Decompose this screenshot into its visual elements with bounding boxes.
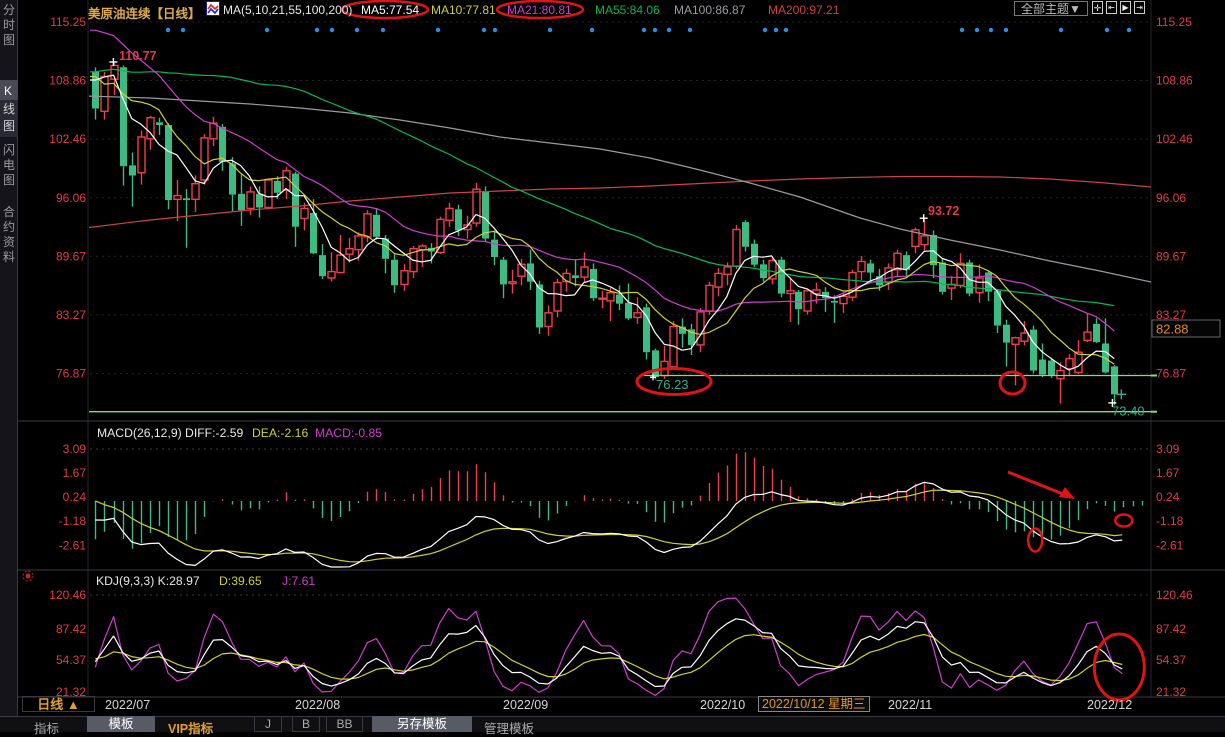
svg-text:93.72: 93.72 <box>928 204 959 218</box>
svg-text:0.24: 0.24 <box>1156 490 1180 504</box>
svg-text:102.46: 102.46 <box>49 132 86 146</box>
svg-text:0.24: 0.24 <box>63 490 87 504</box>
svg-text:76.87: 76.87 <box>1156 367 1186 381</box>
svg-text:J:7.61: J:7.61 <box>282 574 315 588</box>
svg-text:MACD(26,12,9) DIFF:-2.59: MACD(26,12,9) DIFF:-2.59 <box>97 426 244 440</box>
svg-text:73.40: 73.40 <box>1112 404 1145 419</box>
svg-text:115.25: 115.25 <box>50 15 86 29</box>
svg-text:83.27: 83.27 <box>56 308 86 322</box>
svg-text:110.77: 110.77 <box>119 49 157 63</box>
svg-text:54.37: 54.37 <box>56 653 86 667</box>
svg-text:D:39.65: D:39.65 <box>219 574 262 588</box>
svg-text:87.42: 87.42 <box>56 622 86 636</box>
svg-text:89.67: 89.67 <box>56 249 86 263</box>
svg-text:1.67: 1.67 <box>1156 466 1180 480</box>
svg-text:21.32: 21.32 <box>1156 685 1186 699</box>
svg-text:108.86: 108.86 <box>49 74 86 88</box>
svg-text:76.23: 76.23 <box>656 377 689 392</box>
svg-text:96.06: 96.06 <box>1156 191 1186 205</box>
svg-text:3.09: 3.09 <box>63 442 87 456</box>
svg-text:1.67: 1.67 <box>63 466 87 480</box>
svg-text:87.42: 87.42 <box>1156 622 1186 636</box>
svg-text:-1.18: -1.18 <box>1156 514 1184 528</box>
svg-text:-2.61: -2.61 <box>1156 539 1184 553</box>
svg-text:-1.18: -1.18 <box>59 514 87 528</box>
svg-text:115.25: 115.25 <box>1156 15 1192 29</box>
svg-text:KDJ(9,3,3) K:28.97: KDJ(9,3,3) K:28.97 <box>96 574 200 588</box>
svg-text:89.67: 89.67 <box>1156 249 1186 263</box>
svg-text:120.46: 120.46 <box>1156 588 1193 602</box>
svg-text:96.06: 96.06 <box>56 191 86 205</box>
svg-text:102.46: 102.46 <box>1156 132 1193 146</box>
svg-text:MACD:-0.85: MACD:-0.85 <box>315 426 382 440</box>
svg-text:76.87: 76.87 <box>56 367 86 381</box>
svg-text:DEA:-2.16: DEA:-2.16 <box>252 426 308 440</box>
svg-text:82.88: 82.88 <box>1156 322 1189 337</box>
svg-text:-2.61: -2.61 <box>59 539 87 553</box>
svg-text:120.46: 120.46 <box>49 588 86 602</box>
svg-text:108.86: 108.86 <box>1156 74 1193 88</box>
svg-text:54.37: 54.37 <box>1156 653 1186 667</box>
svg-text:3.09: 3.09 <box>1156 442 1180 456</box>
